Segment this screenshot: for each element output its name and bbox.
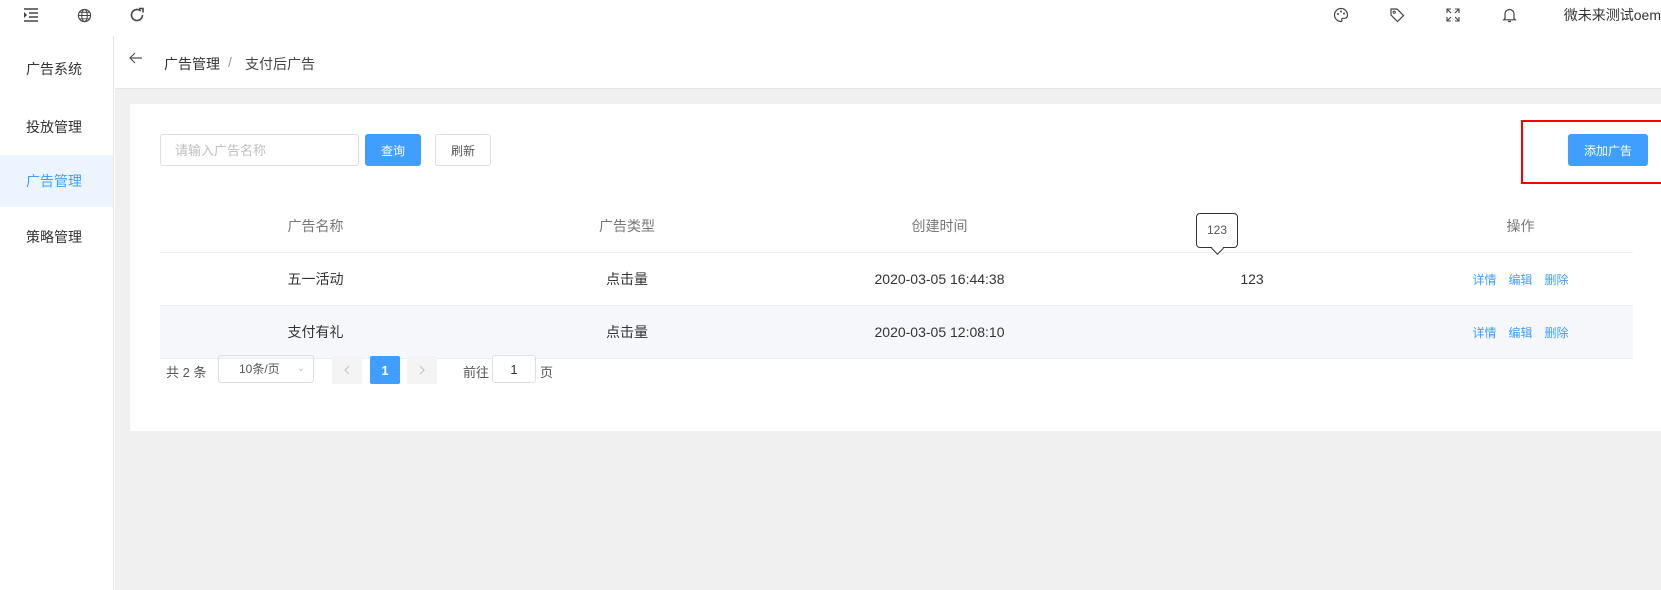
header-ops: 操作 xyxy=(1506,218,1535,234)
sidebar-title: 广告系统 xyxy=(26,61,82,77)
header-name: 广告名称 xyxy=(287,218,344,234)
breadcrumb-current: 支付后广告 xyxy=(245,56,315,72)
edit-link[interactable]: 编辑 xyxy=(1508,326,1532,340)
page-size-select[interactable]: 10条/页 ⌄ xyxy=(218,355,314,383)
delete-link[interactable]: 删除 xyxy=(1545,326,1569,340)
page-number[interactable]: 1 xyxy=(370,356,400,384)
next-page-button[interactable] xyxy=(407,356,437,384)
cell-created: 2020-03-05 12:08:10 xyxy=(874,324,1005,340)
cell-name: 五一活动 xyxy=(287,271,344,287)
edit-link[interactable]: 编辑 xyxy=(1508,273,1532,287)
menu-collapse-icon[interactable] xyxy=(20,4,42,26)
cell-type: 点击量 xyxy=(606,271,648,287)
refresh-button[interactable]: 刷新 xyxy=(435,134,491,166)
page-suffix: 页 xyxy=(540,365,554,380)
table-row: 五一活动 点击量 2020-03-05 16:44:38 123 详情 编辑 删除 xyxy=(160,253,1633,306)
cell-ops: 详情 编辑 删除 xyxy=(1408,253,1633,305)
cell-extra: 123 xyxy=(1240,271,1264,287)
page-size-value: 10条/页 xyxy=(239,362,280,376)
delete-link[interactable]: 删除 xyxy=(1545,273,1569,287)
fullscreen-icon[interactable] xyxy=(1442,4,1464,26)
main-area: 广告管理 / 支付后广告 查询 刷新 添加广告 广告名称 广告类型 创建时间 操… xyxy=(115,36,1661,590)
breadcrumb-ads[interactable]: 广告管理 xyxy=(164,54,220,74)
add-ad-button[interactable]: 添加广告 xyxy=(1568,134,1648,166)
sidebar-item-ads[interactable]: 广告管理 xyxy=(0,155,113,207)
header-extra xyxy=(1096,200,1408,252)
goto-label: 前往 xyxy=(463,365,490,380)
content-card: 查询 刷新 添加广告 广告名称 广告类型 创建时间 操作 五一活动 点击量 20… xyxy=(130,104,1661,431)
cell-ops: 详情 编辑 删除 xyxy=(1408,306,1633,358)
breadcrumb: 广告管理 / 支付后广告 xyxy=(115,36,1661,89)
prev-page-button[interactable] xyxy=(332,356,362,384)
user-name[interactable]: 微未来测试oem xyxy=(1564,5,1661,25)
ads-table: 广告名称 广告类型 创建时间 操作 五一活动 点击量 2020-03-05 16… xyxy=(160,200,1633,359)
chevron-down-icon: ⌄ xyxy=(296,363,305,374)
query-button[interactable]: 查询 xyxy=(365,134,421,166)
table-header: 广告名称 广告类型 创建时间 操作 xyxy=(160,200,1633,253)
chevron-right-icon xyxy=(419,365,425,375)
breadcrumb-separator: / xyxy=(228,54,232,70)
top-bar: 微未来测试oem xyxy=(0,0,1661,36)
total-count: 共 2 条 xyxy=(166,365,207,380)
bell-icon[interactable] xyxy=(1498,4,1520,26)
tooltip: 123 xyxy=(1196,213,1238,248)
table-row: 支付有礼 点击量 2020-03-05 12:08:10 详情 编辑 删除 xyxy=(160,306,1633,359)
tag-icon[interactable] xyxy=(1386,4,1408,26)
pagination: 共 2 条 10条/页 ⌄ 1 前往 页 xyxy=(160,355,760,385)
refresh-icon[interactable] xyxy=(126,4,148,26)
header-created: 创建时间 xyxy=(911,218,968,234)
cell-name: 支付有礼 xyxy=(287,324,344,340)
detail-link[interactable]: 详情 xyxy=(1472,273,1496,287)
header-type: 广告类型 xyxy=(599,218,655,234)
search-input[interactable] xyxy=(160,134,359,166)
cell-extra xyxy=(1096,306,1408,358)
back-arrow-icon[interactable] xyxy=(128,50,146,68)
sidebar-item-delivery[interactable]: 投放管理 xyxy=(0,101,113,153)
sidebar-item-strategy[interactable]: 策略管理 xyxy=(0,211,113,263)
sidebar: 广告系统 投放管理 广告管理 策略管理 xyxy=(0,36,114,590)
chevron-left-icon xyxy=(344,365,350,375)
goto-page-input[interactable] xyxy=(492,355,536,383)
cell-type: 点击量 xyxy=(606,324,648,340)
globe-icon[interactable] xyxy=(73,4,95,26)
palette-icon[interactable] xyxy=(1330,4,1352,26)
detail-link[interactable]: 详情 xyxy=(1472,326,1496,340)
cell-created: 2020-03-05 16:44:38 xyxy=(874,271,1005,287)
